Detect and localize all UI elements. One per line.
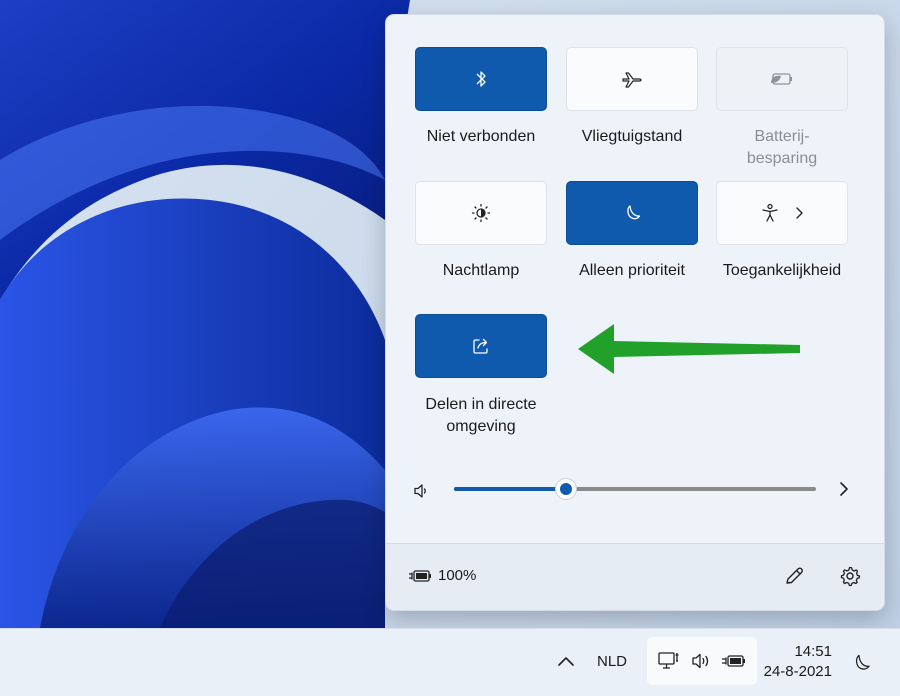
quick-settings-panel: Niet verbonden Vliegtuigstand Batterij- … <box>385 14 885 611</box>
volume-mixer-chevron-icon[interactable] <box>834 479 854 499</box>
taskbar-clock[interactable]: 14:51 24-8-2021 <box>762 642 832 682</box>
tile-nearby-sharing[interactable] <box>415 314 547 378</box>
clock-date: 24-8-2021 <box>763 663 832 680</box>
accessibility-icon <box>762 203 778 222</box>
moon-icon <box>627 205 641 220</box>
share-icon <box>473 338 488 354</box>
tile-accessibility[interactable] <box>716 181 848 245</box>
taskbar: NLD 14:51 24-8-2021 <box>0 628 900 696</box>
tile-night-light[interactable] <box>415 181 547 245</box>
volume-fill <box>454 487 567 491</box>
tile-bluetooth[interactable] <box>415 47 547 111</box>
battery-charging-icon <box>409 569 431 582</box>
volume-icon <box>692 653 709 669</box>
focus-assist-moon-icon[interactable] <box>851 653 871 673</box>
input-language[interactable]: NLD <box>597 653 627 670</box>
tile-focus-assist-label: Alleen prioriteit <box>579 262 685 279</box>
system-tray-group[interactable] <box>647 637 757 685</box>
volume-slider[interactable] <box>454 477 816 501</box>
tile-airplane-mode[interactable] <box>566 47 698 111</box>
brightness-icon <box>471 203 491 223</box>
tile-focus-assist[interactable] <box>566 181 698 245</box>
tile-bluetooth-label: Niet verbonden <box>426 128 536 145</box>
battery-saver-icon <box>771 73 792 85</box>
chevron-right-icon <box>796 207 803 219</box>
tile-nearby-sharing-label: Delen in directe omgeving <box>425 396 537 435</box>
edit-pencil-icon[interactable] <box>783 565 805 587</box>
annotation-arrow <box>578 324 800 374</box>
bluetooth-icon <box>476 71 486 87</box>
quick-settings-footer: 100% <box>386 543 884 610</box>
gear-icon[interactable] <box>839 565 861 587</box>
volume-thumb[interactable] <box>555 478 578 500</box>
clock-time: 14:51 <box>794 643 832 660</box>
battery-percent: 100% <box>438 567 477 584</box>
tile-airplane-mode-label: Vliegtuigstand <box>581 128 683 145</box>
tile-night-light-label: Nachtlamp <box>442 262 520 279</box>
tile-battery-saver[interactable] <box>716 47 848 111</box>
network-icon <box>658 652 679 669</box>
tile-battery-saver-label: Batterij- besparing <box>746 128 818 167</box>
battery-icon <box>722 655 746 667</box>
chevron-up-icon[interactable] <box>556 653 576 669</box>
speaker-icon[interactable] <box>412 481 432 501</box>
tile-accessibility-label: Toegankelijkheid <box>722 262 842 279</box>
airplane-icon <box>622 72 642 88</box>
battery-status[interactable]: 100% <box>408 567 476 584</box>
